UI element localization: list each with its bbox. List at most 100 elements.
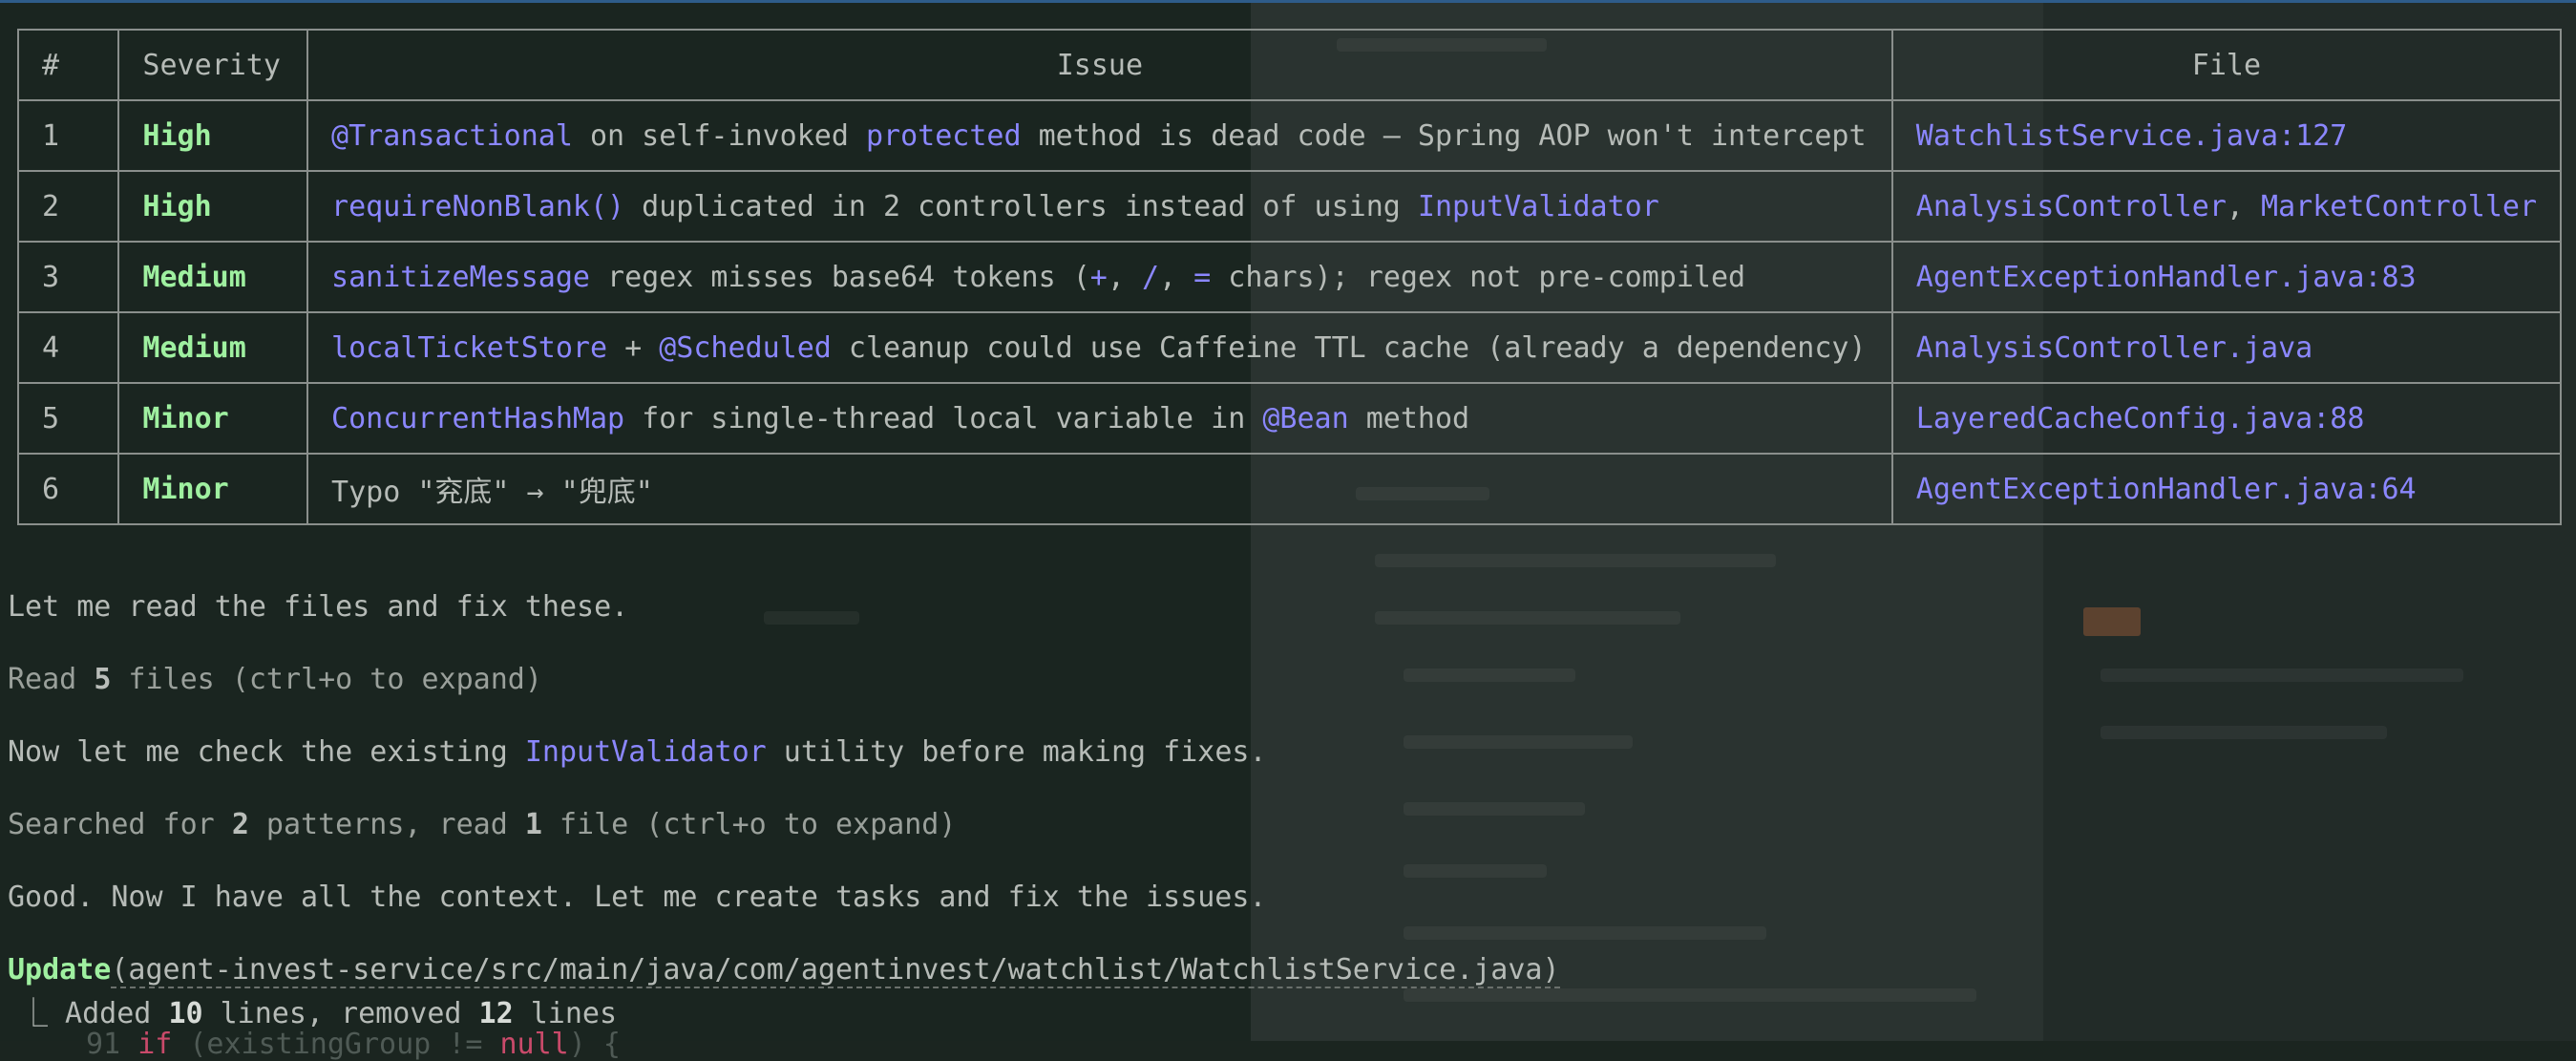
update-tool-call[interactable]: Update(agent-invest-service/src/main/jav… [8,953,1560,988]
table-row: 2 High requireNonBlank() duplicated in 2… [16,170,2563,243]
assistant-message: Let me read the files and fix these. [8,590,629,624]
tool-name: Update [8,953,112,987]
header-issue: Issue [306,29,1893,101]
cell-text: on self-invoked [572,118,866,153]
tool-summary-search[interactable]: Searched for 2 patterns, read 1 file (ct… [8,808,956,841]
row-issue: @Transactional on self-invoked protected… [306,99,1893,172]
file-path-link[interactable]: (agent-invest-service/src/main/java/com/… [111,953,1560,988]
cell-text: cleanup could use Caffeine TTL cache (al… [831,330,1867,365]
row-num: 5 [16,382,120,455]
inline-code: ConcurrentHashMap [331,401,625,435]
row-file: AnalysisController.java [1890,311,2563,384]
cell-text: , [1107,260,1142,294]
tool-summary-text: files (ctrl+o to expand) [111,663,542,696]
diff-preview-line: 91 if (existingGroup != null) { [86,1028,621,1061]
row-issue: sanitizeMessage regex misses base64 toke… [306,241,1893,313]
row-num: 3 [16,241,120,313]
inline-code: InputValidator [1417,189,1659,223]
result-text: lines [513,997,618,1030]
table-row: 5 Minor ConcurrentHashMap for single-thr… [16,382,2563,455]
inline-code: @Transactional [331,118,573,153]
row-issue: localTicketStore + @Scheduled cleanup co… [306,311,1893,384]
row-file: AnalysisController, MarketController [1890,170,2563,243]
row-severity: High [117,99,309,172]
file-reference[interactable]: MarketController [2261,190,2537,223]
inline-code: @Scheduled [659,330,832,365]
file-count: 1 [524,808,542,841]
cell-text: method [1348,401,1470,435]
cell-text: duplicated in 2 controllers instead of u… [624,189,1418,223]
row-file: AgentExceptionHandler.java:64 [1890,453,2563,525]
row-file: WatchlistService.java:127 [1890,99,2563,172]
table-row: 6 Minor Typo "兖底" → "兜底" AgentExceptionH… [16,453,2563,525]
cell-text: , [2226,189,2262,223]
result-text: ⎿ Added [19,997,169,1030]
row-num: 6 [16,453,120,525]
file-reference[interactable]: AnalysisController [1916,190,2227,223]
row-issue: Typo "兖底" → "兜底" [306,453,1893,525]
assistant-message: Good. Now I have all the context. Let me… [8,881,1267,914]
cell-text: regex misses base64 tokens ( [589,260,1090,294]
tool-summary-text: Searched for [8,808,232,841]
row-severity: Minor [117,453,309,525]
issues-table: # Severity Issue File 1 High @Transactio… [16,29,2563,525]
file-reference[interactable]: AnalysisController.java [1916,331,2312,365]
added-count: 10 [168,997,203,1030]
row-num: 4 [16,311,120,384]
cell-text: Typo "兖底" → "兜底" [331,476,653,509]
table-row: 1 High @Transactional on self-invoked pr… [16,99,2563,172]
file-count: 5 [94,663,112,696]
table-row: 3 Medium sanitizeMessage regex misses ba… [16,241,2563,313]
code-text: (existingGroup != [172,1028,500,1061]
inline-code: InputValidator [524,735,767,769]
message-text: Now let me check the existing [8,735,525,769]
row-severity: Minor [117,382,309,455]
file-reference[interactable]: AgentExceptionHandler.java:64 [1916,473,2417,506]
message-text: utility before making fixes. [766,735,1267,769]
file-reference[interactable]: LayeredCacheConfig.java:88 [1916,402,2365,435]
tool-summary-read[interactable]: Read 5 files (ctrl+o to expand) [8,663,542,696]
cell-text: , [1159,260,1194,294]
table-row: 4 Medium localTicketStore + @Scheduled c… [16,311,2563,384]
row-severity: High [117,170,309,243]
row-file: LayeredCacheConfig.java:88 [1890,382,2563,455]
file-reference[interactable]: AgentExceptionHandler.java:83 [1916,261,2417,294]
keyword: null [499,1028,569,1061]
row-file: AgentExceptionHandler.java:83 [1890,241,2563,313]
keyword: if [137,1028,173,1061]
inline-code: sanitizeMessage [331,260,590,294]
inline-code: @Bean [1262,401,1349,435]
tool-summary-text: patterns, read [248,808,525,841]
inline-code: + [1089,260,1108,294]
cell-text: + [607,330,660,365]
inline-code: localTicketStore [331,330,608,365]
tool-summary-text: file (ctrl+o to expand) [541,808,957,841]
row-severity: Medium [117,241,309,313]
result-text: lines, removed [202,997,479,1030]
inline-code: protected [865,118,1022,153]
terminal-output: # Severity Issue File 1 High @Transactio… [0,0,2576,1061]
cell-text: chars); regex not pre-compiled [1211,260,1746,294]
inline-code: requireNonBlank() [331,189,625,223]
row-num: 1 [16,99,120,172]
cell-text: for single-thread local variable in [624,401,1263,435]
code-text: ) { [568,1028,621,1061]
row-num: 2 [16,170,120,243]
assistant-message: Now let me check the existing InputValid… [8,735,1267,769]
row-issue: ConcurrentHashMap for single-thread loca… [306,382,1893,455]
header-num: # [16,29,120,101]
header-severity: Severity [117,29,309,101]
cell-text: method is dead code — Spring AOP won't i… [1021,118,1867,153]
table-header-row: # Severity Issue File [16,29,2563,101]
row-issue: requireNonBlank() duplicated in 2 contro… [306,170,1893,243]
pattern-count: 2 [231,808,249,841]
removed-count: 12 [478,997,514,1030]
header-file: File [1890,29,2563,101]
file-reference[interactable]: WatchlistService.java:127 [1916,119,2348,153]
inline-code: / [1141,260,1160,294]
line-number: 91 [86,1028,121,1061]
row-severity: Medium [117,311,309,384]
inline-code: = [1193,260,1212,294]
update-result-summary: ⎿ Added 10 lines, removed 12 lines [19,989,617,1031]
tool-summary-text: Read [8,663,95,696]
